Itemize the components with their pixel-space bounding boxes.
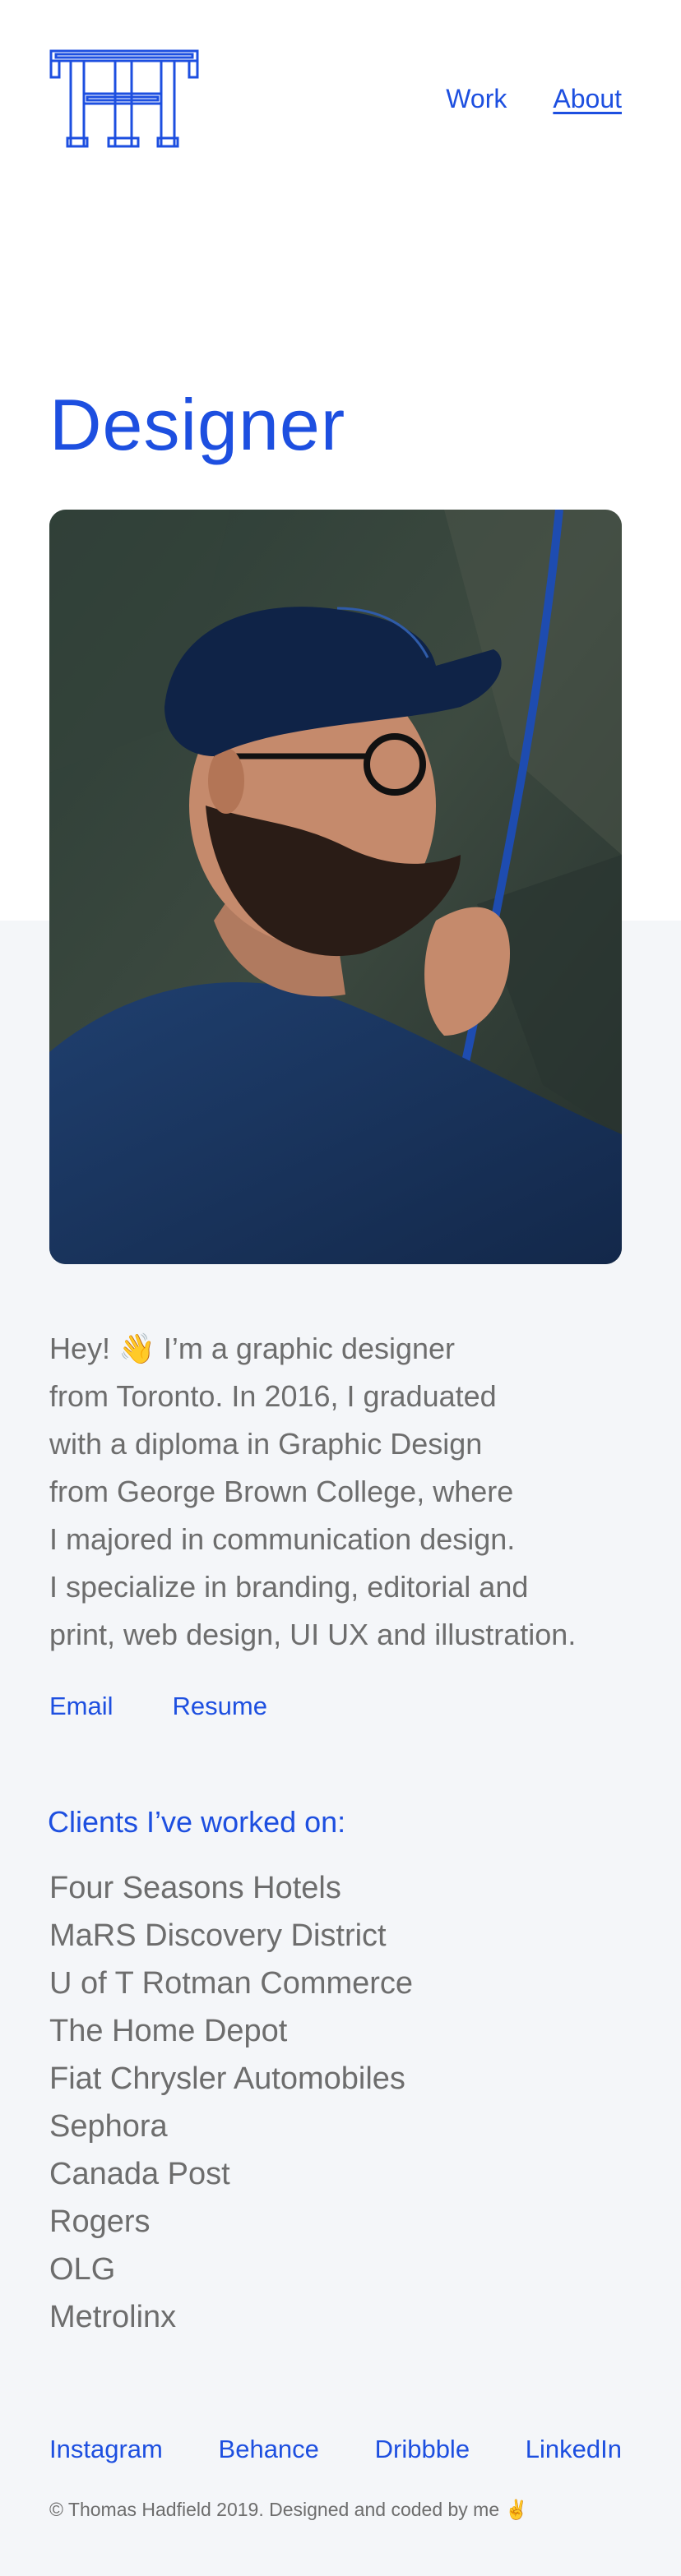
client-item: Rogers: [49, 2204, 151, 2239]
bio-line: with a diploma in Graphic Design: [49, 1427, 483, 1461]
main-nav: Work About: [446, 82, 622, 115]
bio-line: I majored in communication design.: [49, 1522, 516, 1556]
client-item: Fiat Chrysler Automobiles: [49, 2061, 405, 2096]
copyright-note: © Thomas Hadfield 2019. Designed and cod…: [49, 2499, 529, 2520]
clients-heading: Clients I’ve worked on:: [48, 1805, 346, 1839]
behance-link[interactable]: Behance: [219, 2435, 319, 2464]
client-item: U of T Rotman Commerce: [49, 1966, 414, 2001]
contact-links: Email Resume: [49, 1692, 267, 1721]
bio-line: from George Brown College, where: [49, 1475, 514, 1508]
email-link[interactable]: Email: [49, 1692, 114, 1721]
th-monogram-logo[interactable]: [49, 48, 199, 148]
client-item: Four Seasons Hotels: [49, 1871, 341, 1905]
social-links: Instagram Behance Dribbble LinkedIn: [49, 2435, 622, 2464]
client-item: Sephora: [49, 2109, 168, 2144]
bio-text: Hey! 👋 I’m a graphic designer from Toron…: [49, 1325, 642, 1659]
page-title: Designer: [49, 384, 346, 465]
nav-work-link[interactable]: Work: [446, 82, 507, 115]
dribbble-link[interactable]: Dribbble: [375, 2435, 470, 2464]
client-item: The Home Depot: [49, 2014, 288, 2048]
bio-line: I specialize in branding, editorial and: [49, 1570, 529, 1604]
bio-line: print, web design, UI UX and illustratio…: [49, 1618, 577, 1651]
client-item: MaRS Discovery District: [49, 1918, 387, 1953]
site-header: Work About: [0, 0, 681, 164]
instagram-link[interactable]: Instagram: [49, 2435, 163, 2464]
linkedin-link[interactable]: LinkedIn: [526, 2435, 622, 2464]
clients-list: Four Seasons Hotels MaRS Discovery Distr…: [49, 1864, 413, 2341]
client-item: Metrolinx: [49, 2300, 177, 2334]
nav-about-link[interactable]: About: [553, 82, 622, 115]
resume-link[interactable]: Resume: [173, 1692, 267, 1721]
profile-photo: [49, 510, 622, 1264]
bio-line: from Toronto. In 2016, I graduated: [49, 1379, 497, 1413]
client-item: Canada Post: [49, 2157, 230, 2191]
bio-line: Hey! 👋 I’m a graphic designer: [49, 1332, 456, 1365]
client-item: OLG: [49, 2252, 116, 2287]
